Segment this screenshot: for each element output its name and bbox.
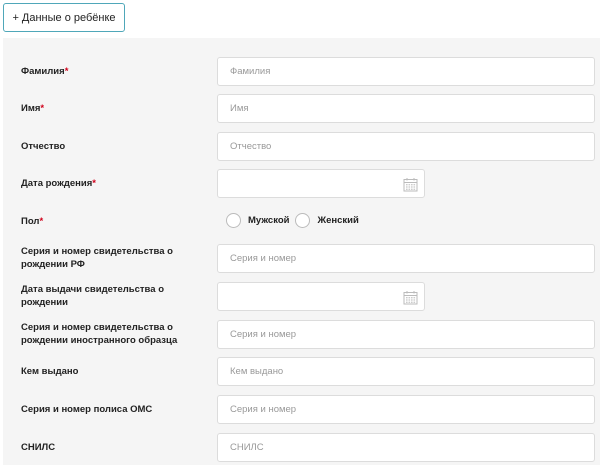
top-bar: + Данные о ребёнке [0,0,600,38]
foreign-cert-label: Серия и номер свидетельства о рождении и… [21,321,206,347]
cert-issue-date-row: Дата выдачи свидетельства о рождении [3,282,600,311]
add-child-data-button[interactable]: + Данные о ребёнке [3,3,125,32]
cert-issue-date-label-line2: рождении [21,297,68,308]
birth-date-row: Дата рождения* [3,169,600,198]
birth-cert-label-line2: рождении РФ [21,259,85,270]
foreign-cert-label-line1: Серия и номер свидетельства о [21,322,173,333]
cert-issue-date-label-line1: Дата выдачи свидетельства о [21,284,164,295]
cert-issue-date-label: Дата выдачи свидетельства о рождении [21,283,206,309]
calendar-icon[interactable] [403,177,418,192]
issued-by-input[interactable]: Кем выдано [217,357,595,386]
gender-row: Пол* Мужской Женский [3,213,600,231]
gender-female-radio[interactable] [295,213,311,228]
gender-radio-group: Мужской Женский [226,213,365,228]
oms-policy-row: Серия и номер полиса ОМС Серия и номер [3,395,600,424]
issued-by-label: Кем выдано [21,366,79,377]
snils-label: СНИЛС [21,442,56,453]
patronymic-row: Отчество Отчество [3,132,600,161]
gender-female-label[interactable]: Женский [317,215,358,226]
birth-cert-label: Серия и номер свидетельства о рождении Р… [21,245,206,271]
foreign-cert-input[interactable]: Серия и номер [217,320,595,349]
birth-cert-row: Серия и номер свидетельства о рождении Р… [3,244,600,273]
name-input[interactable]: Имя [217,94,595,123]
gender-label: Пол* [21,216,44,227]
birth-date-label: Дата рождения* [21,178,96,189]
name-label: Имя* [21,103,45,114]
name-row: Имя* Имя [3,94,600,123]
required-marker: * [92,178,96,189]
foreign-cert-label-line2: рождении иностранного образца [21,335,178,346]
required-marker: * [39,216,44,227]
patronymic-input[interactable]: Отчество [217,132,595,161]
patronymic-label: Отчество [21,141,66,152]
child-data-form: Фамилия* Фамилия Имя* Имя Отчество Отчес… [3,38,600,465]
gender-male-radio[interactable] [226,213,241,228]
required-marker: * [64,66,69,77]
gender-male-label[interactable]: Мужской [248,215,289,226]
birth-cert-input[interactable]: Серия и номер [217,244,595,273]
birth-date-input[interactable] [217,169,425,198]
snils-input[interactable]: СНИЛС [217,433,595,462]
snils-row: СНИЛС СНИЛС [3,433,600,462]
calendar-icon[interactable] [403,290,418,305]
oms-policy-label: Серия и номер полиса ОМС [21,404,153,415]
surname-label: Фамилия* [21,66,69,77]
required-marker: * [40,103,45,114]
foreign-cert-row: Серия и номер свидетельства о рождении и… [3,320,600,349]
cert-issue-date-input[interactable] [217,282,425,311]
issued-by-row: Кем выдано Кем выдано [3,357,600,386]
birth-cert-label-line1: Серия и номер свидетельства о [21,246,173,257]
oms-policy-input[interactable]: Серия и номер [217,395,595,424]
surname-input[interactable]: Фамилия [217,57,595,86]
surname-row: Фамилия* Фамилия [3,57,600,86]
